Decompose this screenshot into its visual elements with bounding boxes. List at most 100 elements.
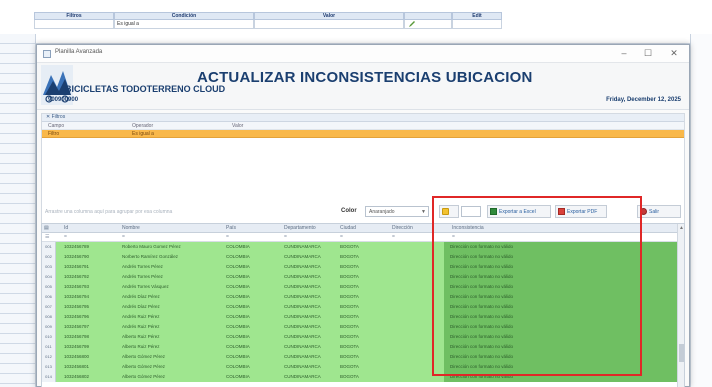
cell-dept[interactable]: CUNDINAMARCA [284,364,321,369]
filter-panel-header[interactable]: ✕ Filtros [42,114,684,122]
minimize-button[interactable]: – [615,47,633,60]
row-number[interactable]: 013 [42,362,56,372]
cell-country[interactable]: COLOMBIA [226,314,250,319]
cell-city[interactable]: BOGOTA [340,284,359,289]
cell-id[interactable]: 1032456802 [64,374,89,379]
grid-col-id[interactable]: Id [64,225,68,231]
cell-country[interactable]: COLOMBIA [226,374,250,379]
cell-dept[interactable]: CUNDINAMARCA [284,284,321,289]
exit-button[interactable]: Salir [637,205,681,218]
cell-dept[interactable]: CUNDINAMARCA [284,334,321,339]
cell-country[interactable]: COLOMBIA [226,274,250,279]
row-number[interactable]: 006 [42,292,56,302]
cell-country[interactable]: COLOMBIA [226,344,250,349]
cell-id[interactable]: 1032456789 [64,244,89,249]
cell-city[interactable]: BOGOTA [340,254,359,259]
row-number[interactable]: 004 [42,272,56,282]
filter-operator[interactable]: Es igual a [132,131,154,137]
row-number[interactable]: 008 [42,312,56,322]
filter-col-valor[interactable]: Valor [232,123,243,129]
group-by-hint[interactable]: Arrastre una columna aquí para agrupar p… [45,209,172,215]
cell-dept[interactable]: CUNDINAMARCA [284,304,321,309]
row-number[interactable]: 010 [42,332,56,342]
scroll-up-icon[interactable]: ▲ [678,225,684,231]
grid-col-direccion[interactable]: Dirección [392,225,413,231]
cell-dept[interactable]: CUNDINAMARCA [284,294,321,299]
cell-city[interactable]: BOGOTA [340,364,359,369]
cell-name[interactable]: Andrés Ruiz Pérez [122,314,160,319]
grid-filter-selector[interactable]: ☰ [45,234,49,240]
row-number[interactable]: 009 [42,322,56,332]
cell-name[interactable]: Alberto Ruiz Pérez [122,334,160,339]
cell-city[interactable]: BOGOTA [340,324,359,329]
bg-cell[interactable] [254,20,404,29]
row-number[interactable]: 003 [42,262,56,272]
cell-dept[interactable]: CUNDINAMARCA [284,344,321,349]
cell-dept[interactable]: CUNDINAMARCA [284,374,321,379]
grid-filter-cell[interactable]: = [122,234,125,240]
cell-name[interactable]: Alberto Gómez Pérez [122,364,165,369]
cell-id[interactable]: 1032456794 [64,294,89,299]
cell-country[interactable]: COLOMBIA [226,264,250,269]
row-number[interactable]: 001 [42,242,56,252]
cell-dept[interactable]: CUNDINAMARCA [284,354,321,359]
grid-col-nombre[interactable]: Nombre [122,225,140,231]
cell-city[interactable]: BOGOTA [340,344,359,349]
cell-id[interactable]: 1032456795 [64,304,89,309]
grid-filter-cell[interactable]: = [284,234,287,240]
cell-id[interactable]: 1032456790 [64,254,89,259]
cell-city[interactable]: BOGOTA [340,334,359,339]
cell-country[interactable]: COLOMBIA [226,294,250,299]
close-button[interactable]: ✕ [665,47,683,60]
cell-id[interactable]: 1032456799 [64,344,89,349]
cell-city[interactable]: BOGOTA [340,244,359,249]
cell-id[interactable]: 1032456800 [64,354,89,359]
cell-id[interactable]: 1032456791 [64,264,89,269]
cell-city[interactable]: BOGOTA [340,264,359,269]
cell-dept[interactable]: CUNDINAMARCA [284,314,321,319]
cell-id[interactable]: 1032456792 [64,274,89,279]
filter-row-selected[interactable]: Filtro Es igual a [42,130,684,138]
row-number[interactable]: 005 [42,282,56,292]
scrollbar-thumb[interactable] [679,344,684,362]
cell-city[interactable]: BOGOTA [340,314,359,319]
row-number[interactable]: 012 [42,352,56,362]
grid-col-pais[interactable]: País [226,225,236,231]
grid-filter-cell[interactable]: = [64,234,67,240]
cell-country[interactable]: COLOMBIA [226,364,250,369]
filter-col-campo[interactable]: Campo [48,123,64,129]
grid-filter-cell[interactable]: = [392,234,395,240]
cell-city[interactable]: BOGOTA [340,354,359,359]
cell-country[interactable]: COLOMBIA [226,324,250,329]
cell-country[interactable]: COLOMBIA [226,304,250,309]
cell-id[interactable]: 1032456797 [64,324,89,329]
cell-id[interactable]: 1032456801 [64,364,89,369]
cell-dept[interactable]: CUNDINAMARCA [284,264,321,269]
cell-country[interactable]: COLOMBIA [226,244,250,249]
cell-name[interactable]: Andrés Torres Vásquez [122,284,169,289]
row-number[interactable]: 011 [42,342,56,352]
bg-cell-condicion[interactable]: Es igual a [114,20,254,29]
cell-name[interactable]: Alberto Gómez Pérez [122,354,165,359]
cell-name[interactable]: Andrés Díaz Pérez [122,304,160,309]
filter-field[interactable]: Filtro [48,131,59,137]
cell-dept[interactable]: CUNDINAMARCA [284,324,321,329]
cell-id[interactable]: 1032456798 [64,334,89,339]
bg-cell[interactable] [34,20,114,29]
grid-filter-cell[interactable]: = [226,234,229,240]
cell-id[interactable]: 1032456796 [64,314,89,319]
cell-country[interactable]: COLOMBIA [226,254,250,259]
cell-name[interactable]: Alberto Gómez Pérez [122,374,165,379]
cell-country[interactable]: COLOMBIA [226,334,250,339]
grid-vertical-scrollbar[interactable]: ▲ [677,224,684,387]
filter-col-operador[interactable]: Operador [132,123,153,129]
cell-city[interactable]: BOGOTA [340,294,359,299]
cell-city[interactable]: BOGOTA [340,374,359,379]
grid-col-departamento[interactable]: Departamento [284,225,316,231]
cell-city[interactable]: BOGOTA [340,304,359,309]
cell-dept[interactable]: CUNDINAMARCA [284,254,321,259]
cell-name[interactable]: Alberto Ruiz Pérez [122,344,160,349]
cell-dept[interactable]: CUNDINAMARCA [284,244,321,249]
row-number[interactable]: 007 [42,302,56,312]
cell-name[interactable]: Andrés Ruiz Pérez [122,324,160,329]
